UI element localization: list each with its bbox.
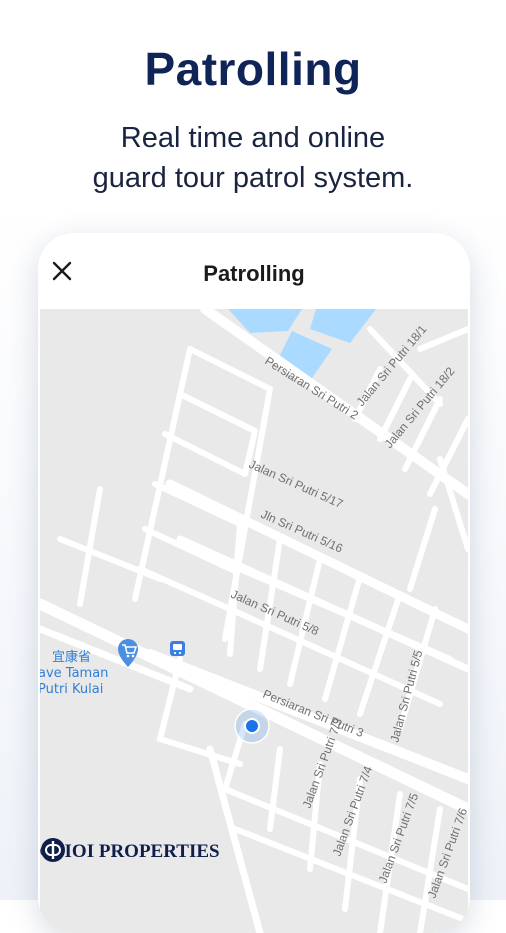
promo-subtitle-line-1: Real time and online (120, 122, 386, 154)
map-view[interactable]: Persiaran Sri Putri 2 Jalan Sri Putri 18… (40, 309, 468, 933)
app-bar: Patrolling (38, 233, 470, 309)
current-location-icon[interactable] (234, 708, 270, 744)
poi-name-line2: ave Taman (40, 666, 108, 681)
brand-watermark: © IOI PROPERTIES (40, 837, 220, 867)
ioi-logo-icon (41, 838, 65, 862)
poi-name-line3: Putri Kulai (40, 682, 103, 697)
promo-headline: Patrolling (144, 43, 362, 95)
poi-name-cn: 宜康省 (52, 649, 91, 665)
phone-frame: Patrolling Persiaran Sri Putri 2 Jalan S… (38, 233, 470, 933)
screen-title: Patrolling (203, 261, 305, 286)
brand-name: IOI PROPERTIES (64, 841, 220, 862)
bus-stop-icon[interactable] (170, 641, 185, 656)
promo-subtitle-line-2: guard tour patrol system. (92, 162, 414, 194)
street-label: Jalan Sri Putri 18/1 (354, 322, 430, 409)
promo-subtitle: Real time and online guard tour patrol s… (20, 118, 486, 198)
street-label: Jalan Sri Putri 5/17 (247, 457, 346, 511)
